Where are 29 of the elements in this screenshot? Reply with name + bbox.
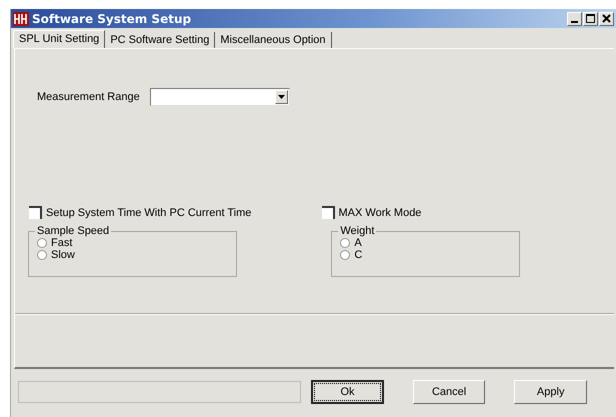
checkbox-label: Setup System Time With PC Current Time bbox=[46, 206, 252, 218]
dialog-button[interactable]: Ok bbox=[311, 380, 384, 404]
radio-button[interactable] bbox=[37, 238, 47, 248]
dialog-button[interactable]: Apply bbox=[514, 380, 587, 404]
window-title: Software System Setup bbox=[32, 12, 192, 26]
range-dropdown[interactable] bbox=[150, 88, 290, 106]
app-icon bbox=[13, 12, 29, 26]
tab[interactable]: SPL Unit Setting bbox=[13, 30, 106, 48]
radio-label: C bbox=[354, 249, 362, 261]
minimize-icon bbox=[571, 20, 578, 22]
group-title: Weight bbox=[338, 225, 376, 237]
radio-button[interactable] bbox=[340, 238, 350, 248]
checkbox[interactable] bbox=[29, 206, 42, 219]
radio-label: Fast bbox=[51, 237, 72, 249]
dropdown-arrow-icon bbox=[278, 95, 285, 99]
radio-button[interactable] bbox=[340, 250, 350, 260]
checkbox[interactable] bbox=[322, 206, 334, 219]
dialog-button[interactable]: Cancel bbox=[412, 380, 486, 404]
close-button[interactable] bbox=[599, 12, 614, 26]
maximize-button[interactable] bbox=[583, 12, 598, 26]
maximize-icon bbox=[586, 14, 595, 23]
checkbox-label: MAX Work Mode bbox=[338, 206, 422, 218]
minimize-button[interactable] bbox=[567, 12, 582, 26]
field-label: Measurement Range bbox=[37, 91, 140, 103]
radio-button[interactable] bbox=[37, 250, 47, 260]
group-title: Sample Speed bbox=[35, 225, 112, 237]
radio-label: Slow bbox=[51, 249, 75, 261]
close-icon bbox=[602, 14, 611, 23]
radio-label: A bbox=[354, 237, 362, 249]
